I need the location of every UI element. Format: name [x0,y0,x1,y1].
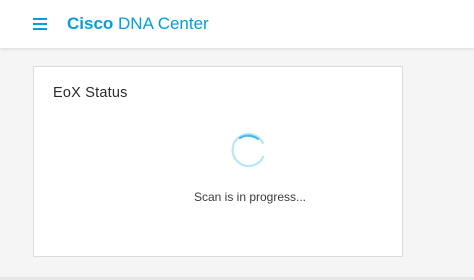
eox-status-card: EoX Status Scan is in progress... [33,66,403,257]
loading-spinner-icon [231,132,265,168]
top-header: Cisco DNA Center [0,0,474,48]
menu-line [33,23,47,25]
hamburger-menu-icon[interactable] [30,14,50,34]
card-title: EoX Status [53,85,128,101]
menu-line [33,28,47,30]
brand-product: DNA Center [113,14,209,33]
scan-status-text: Scan is in progress... [193,190,307,204]
app-title[interactable]: Cisco DNA Center [67,13,209,35]
brand-cisco: Cisco [67,14,114,33]
app-window: Cisco DNA Center EoX Status Scan is in p… [0,0,474,280]
menu-line [33,18,47,20]
